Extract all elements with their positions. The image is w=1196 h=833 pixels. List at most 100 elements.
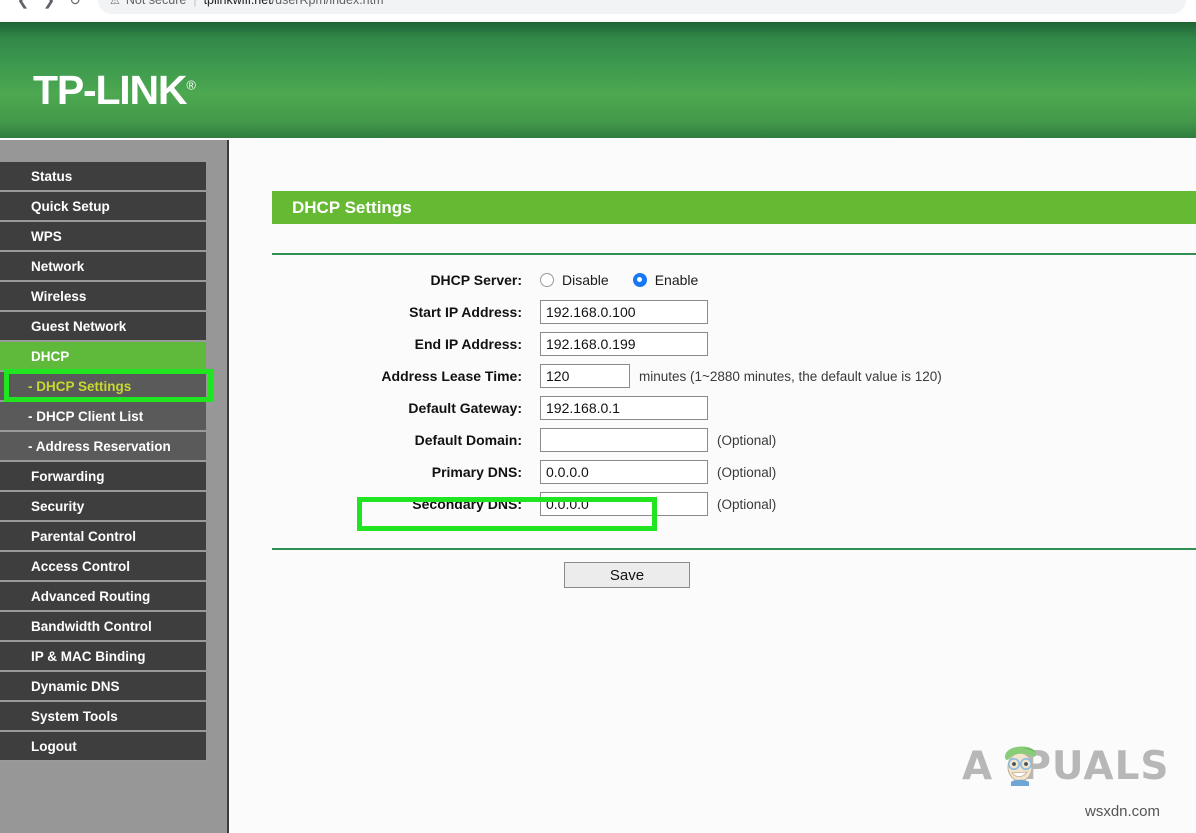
- radio-disable-label[interactable]: Disable: [562, 272, 609, 288]
- back-arrow-icon[interactable]: ❮: [10, 0, 36, 13]
- address-bar[interactable]: ⚠ Not secure | tplinkwifi.net /userRpm/i…: [98, 0, 1186, 14]
- default-gateway-input[interactable]: 192.168.0.1: [540, 396, 708, 420]
- sidebar-item-label: Wireless: [31, 289, 86, 304]
- sidebar-item-label: Dynamic DNS: [31, 679, 120, 694]
- sidebar-item-ip-mac-binding[interactable]: IP & MAC Binding: [0, 642, 206, 672]
- sidebar-item-dynamic-dns[interactable]: Dynamic DNS: [0, 672, 206, 702]
- sidebar-item-label: - DHCP Settings: [28, 379, 131, 394]
- default-domain-input[interactable]: [540, 428, 708, 452]
- sidebar-item-label: Access Control: [31, 559, 130, 574]
- sidebar-item-address-reservation[interactable]: - Address Reservation: [0, 432, 206, 462]
- sidebar-item-network[interactable]: Network: [0, 252, 206, 282]
- row-default-domain: Default Domain: (Optional): [231, 424, 1196, 456]
- sidebar-item-label: - DHCP Client List: [28, 409, 143, 424]
- mascot-face-icon: [998, 740, 1042, 786]
- end-ip-label: End IP Address:: [231, 336, 540, 352]
- primary-dns-hint: (Optional): [717, 465, 776, 480]
- divider-top: [272, 253, 1196, 255]
- sidebar-item-forwarding[interactable]: Forwarding: [0, 462, 206, 492]
- divider-bottom: [272, 548, 1196, 550]
- sidebar-item-dhcp-client-list[interactable]: - DHCP Client List: [0, 402, 206, 432]
- sidebar-item-parental-control[interactable]: Parental Control: [0, 522, 206, 552]
- sidebar-item-label: Bandwidth Control: [31, 619, 152, 634]
- row-primary-dns: Primary DNS: 0.0.0.0 (Optional): [231, 456, 1196, 488]
- sidebar-item-status[interactable]: Status: [0, 162, 206, 192]
- sidebar-item-label: Logout: [31, 739, 77, 754]
- not-secure-icon: ⚠: [110, 0, 120, 7]
- sidebar-item-label: DHCP: [31, 349, 69, 364]
- watermark-prefix: A: [962, 744, 993, 789]
- sidebar-menu: Status Quick Setup WPS Network Wireless Guest…: [0, 162, 227, 762]
- dhcp-server-label: DHCP Server:: [231, 272, 540, 288]
- sidebar-item-security[interactable]: Security: [0, 492, 206, 522]
- sidebar-item-bandwidth-control[interactable]: Bandwidth Control: [0, 612, 206, 642]
- lease-time-input[interactable]: 120: [540, 364, 630, 388]
- default-gateway-label: Default Gateway:: [231, 400, 540, 416]
- row-secondary-dns: Secondary DNS: 0.0.0.0 (Optional): [231, 488, 1196, 520]
- start-ip-label: Start IP Address:: [231, 304, 540, 320]
- sidebar-item-label: Quick Setup: [31, 199, 110, 214]
- row-start-ip: Start IP Address: 192.168.0.100: [231, 296, 1196, 328]
- sidebar-item-advanced-routing[interactable]: Advanced Routing: [0, 582, 206, 612]
- sidebar-item-label: System Tools: [31, 709, 118, 724]
- dhcp-settings-form: DHCP Server: Disable Enable Start IP Add…: [231, 264, 1196, 520]
- primary-dns-label: Primary DNS:: [231, 464, 540, 480]
- sidebar-item-label: WPS: [31, 229, 62, 244]
- sidebar-top-spacer: [0, 140, 227, 162]
- radio-enable-label[interactable]: Enable: [655, 272, 699, 288]
- brand-banner: TP-LINK®: [0, 22, 1196, 138]
- row-lease-time: Address Lease Time: 120 minutes (1~2880 …: [231, 360, 1196, 392]
- appuals-watermark: A PUALS: [962, 740, 1162, 792]
- address-bar-separator: |: [193, 0, 196, 7]
- sidebar-item-quick-setup[interactable]: Quick Setup: [0, 192, 206, 222]
- sidebar-item-wps[interactable]: WPS: [0, 222, 206, 252]
- browser-chrome-strip: ❮ ❯ ↻ ⚠ Not secure | tplinkwifi.net /use…: [0, 0, 1196, 22]
- radio-enable[interactable]: [633, 273, 647, 287]
- sidebar-item-system-tools[interactable]: System Tools: [0, 702, 206, 732]
- sidebar-item-dhcp-settings[interactable]: - DHCP Settings: [0, 372, 206, 402]
- sidebar-item-label: Network: [31, 259, 84, 274]
- page-title-label: DHCP Settings: [292, 198, 412, 218]
- url-host: tplinkwifi.net: [204, 0, 272, 7]
- row-default-gateway: Default Gateway: 192.168.0.1: [231, 392, 1196, 424]
- tplink-logo-text: TP-LINK: [33, 67, 186, 113]
- reload-icon[interactable]: ↻: [62, 0, 88, 13]
- dhcp-server-radio-group: Disable Enable: [540, 272, 714, 288]
- start-ip-input[interactable]: 192.168.0.100: [540, 300, 708, 324]
- sidebar-item-guest-network[interactable]: Guest Network: [0, 312, 206, 342]
- main-content: DHCP Settings DHCP Server: Disable Enabl…: [231, 140, 1196, 833]
- router-admin-page: ❮ ❯ ↻ ⚠ Not secure | tplinkwifi.net /use…: [0, 0, 1196, 833]
- lease-time-label: Address Lease Time:: [231, 368, 540, 384]
- end-ip-input[interactable]: 192.168.0.199: [540, 332, 708, 356]
- sidebar-item-label: Security: [31, 499, 84, 514]
- sidebar-item-label: Forwarding: [31, 469, 105, 484]
- secondary-dns-label: Secondary DNS:: [231, 496, 540, 512]
- sidebar-item-dhcp[interactable]: DHCP: [0, 342, 206, 372]
- tplink-logo: TP-LINK®: [33, 70, 196, 111]
- default-domain-hint: (Optional): [717, 433, 776, 448]
- sidebar-bottom-spacer: [0, 762, 227, 833]
- security-label: Not secure: [126, 0, 186, 7]
- sidebar-item-logout[interactable]: Logout: [0, 732, 206, 762]
- page-title: DHCP Settings: [272, 191, 1196, 224]
- registered-mark-icon: ®: [186, 77, 196, 92]
- primary-dns-input[interactable]: 0.0.0.0: [540, 460, 708, 484]
- sidebar-item-label: IP & MAC Binding: [31, 649, 146, 664]
- secondary-dns-input[interactable]: 0.0.0.0: [540, 492, 708, 516]
- radio-disable[interactable]: [540, 273, 554, 287]
- sidebar-item-label: Parental Control: [31, 529, 136, 544]
- sidebar-navigation: Status Quick Setup WPS Network Wireless Guest…: [0, 140, 229, 833]
- lease-time-hint: minutes (1~2880 minutes, the default val…: [639, 369, 942, 384]
- site-attribution: wsxdn.com: [1085, 803, 1160, 820]
- default-domain-label: Default Domain:: [231, 432, 540, 448]
- watermark-text: A PUALS: [962, 747, 1170, 786]
- save-button[interactable]: Save: [564, 562, 690, 588]
- sidebar-item-label: Advanced Routing: [31, 589, 150, 604]
- sidebar-item-wireless[interactable]: Wireless: [0, 282, 206, 312]
- row-dhcp-server: DHCP Server: Disable Enable: [231, 264, 1196, 296]
- sidebar-item-access-control[interactable]: Access Control: [0, 552, 206, 582]
- row-end-ip: End IP Address: 192.168.0.199: [231, 328, 1196, 360]
- forward-arrow-icon[interactable]: ❯: [36, 0, 62, 13]
- watermark-suffix: PUALS: [1022, 744, 1169, 789]
- sidebar-item-label: Status: [31, 169, 72, 184]
